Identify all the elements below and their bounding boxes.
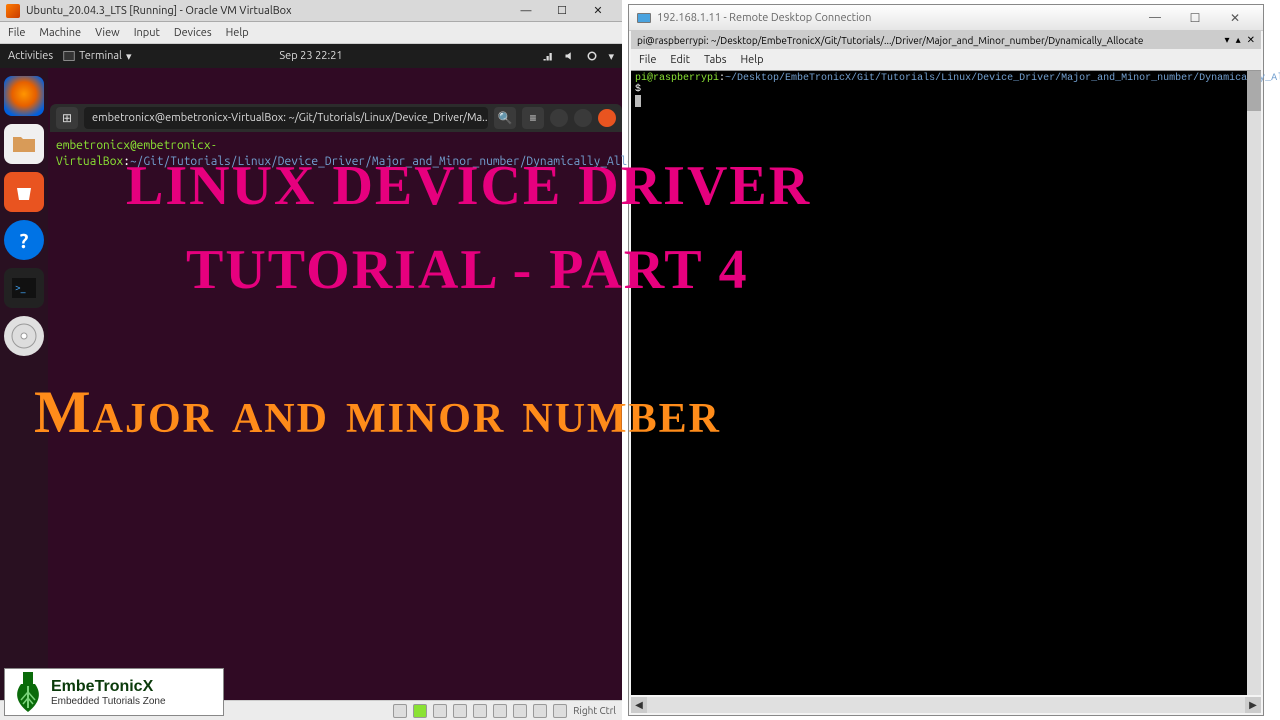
terminal-menu-button[interactable]: ≡ (522, 107, 544, 129)
host-key-label: Right Ctrl (573, 705, 616, 716)
statusbar-indicator[interactable] (413, 704, 427, 718)
rdp-titlebar[interactable]: 192.168.1.11 - Remote Desktop Connection… (629, 5, 1263, 31)
menu-view[interactable]: View (95, 27, 120, 39)
logo-title: EmbeTronicX (51, 678, 166, 696)
power-icon[interactable] (586, 50, 598, 62)
statusbar-indicator[interactable] (533, 704, 547, 718)
pi-minimize-button[interactable]: ▾ (1225, 34, 1230, 46)
topbar-datetime[interactable]: Sep 23 22:21 (279, 50, 342, 62)
firefox-icon[interactable] (4, 76, 44, 116)
pi-prompt-path: ~/Desktop/EmbeTronicX/Git/Tutorials/Linu… (725, 73, 1280, 84)
help-icon[interactable]: ? (4, 220, 44, 260)
close-button[interactable]: ✕ (580, 2, 616, 20)
terminal-maximize-button[interactable] (574, 109, 592, 127)
virtualbox-icon (6, 4, 20, 18)
terminal-minimize-button[interactable] (550, 109, 568, 127)
terminal-close-button[interactable] (598, 109, 616, 127)
terminal-window-header[interactable]: ⊞ embetronicx@embetronicx-VirtualBox: ~/… (50, 104, 622, 132)
pi-menu-help[interactable]: Help (741, 54, 764, 66)
disc-icon[interactable] (4, 316, 44, 356)
statusbar-indicator[interactable] (453, 704, 467, 718)
pi-close-button[interactable]: ✕ (1247, 34, 1255, 46)
pi-prompt-user: pi@raspberrypi (635, 73, 719, 84)
pi-maximize-button[interactable]: ▴ (1236, 34, 1241, 46)
ubuntu-guest-screen: Activities Terminal ▾ Sep 23 22:21 ▾ (0, 44, 622, 700)
terminal-icon[interactable]: >_ (4, 268, 44, 308)
menu-help[interactable]: Help (226, 27, 249, 39)
svg-text:>_: >_ (15, 282, 26, 293)
rdp-close-button[interactable]: ✕ (1215, 6, 1255, 30)
pi-prompt-symbol: $ (635, 84, 641, 95)
statusbar-indicator[interactable] (513, 704, 527, 718)
network-icon[interactable] (542, 50, 554, 62)
statusbar-indicator[interactable] (433, 704, 447, 718)
pi-terminal-body[interactable]: pi@raspberrypi:~/Desktop/EmbeTronicX/Git… (631, 71, 1261, 110)
rdp-minimize-button[interactable]: — (1135, 6, 1175, 30)
pi-window-titlebar[interactable]: pi@raspberrypi: ~/Desktop/EmbeTronicX/Gi… (631, 31, 1261, 49)
terminal-search-button[interactable]: 🔍 (494, 107, 516, 129)
overlay-title-line2: TUTORIAL - PART 4 (186, 238, 749, 302)
statusbar-indicator[interactable] (473, 704, 487, 718)
scroll-left-button[interactable]: ◀ (631, 697, 647, 713)
current-app-name: Terminal (79, 50, 122, 62)
pi-menu-file[interactable]: File (639, 54, 656, 66)
menu-devices[interactable]: Devices (174, 27, 212, 39)
statusbar-indicator[interactable] (553, 704, 567, 718)
virtualbox-menubar: File Machine View Input Devices Help (0, 22, 622, 44)
overlay-title-line3: Major and minor number (34, 378, 721, 447)
scrollbar-thumb[interactable] (1247, 71, 1261, 111)
volume-icon[interactable] (564, 50, 576, 62)
virtualbox-title-text: Ubuntu_20.04.3_LTS [Running] - Oracle VM… (26, 5, 292, 17)
pi-window-title: pi@raspberrypi: ~/Desktop/EmbeTronicX/Gi… (637, 35, 1143, 46)
statusbar-indicator[interactable] (493, 704, 507, 718)
chevron-down-icon[interactable]: ▾ (608, 50, 614, 63)
minimize-button[interactable]: — (508, 2, 544, 20)
menu-machine[interactable]: Machine (39, 27, 81, 39)
rdp-title-text: 192.168.1.11 - Remote Desktop Connection (657, 12, 871, 24)
chevron-down-icon: ▾ (126, 50, 132, 63)
embetronicx-logo: EmbeTronicX Embedded Tutorials Zone (4, 668, 224, 716)
ubuntu-topbar: Activities Terminal ▾ Sep 23 22:21 ▾ (0, 44, 622, 68)
statusbar-indicator[interactable] (393, 704, 407, 718)
rdp-maximize-button[interactable]: ☐ (1175, 6, 1215, 30)
scroll-right-button[interactable]: ▶ (1245, 697, 1261, 713)
virtualbox-titlebar[interactable]: Ubuntu_20.04.3_LTS [Running] - Oracle VM… (0, 0, 622, 22)
activities-button[interactable]: Activities (8, 50, 53, 62)
maximize-button[interactable]: ☐ (544, 2, 580, 20)
menu-file[interactable]: File (8, 27, 25, 39)
pi-menu-tabs[interactable]: Tabs (704, 54, 727, 66)
software-store-icon[interactable] (4, 172, 44, 212)
overlay-title-line1: LINUX DEVICE DRIVER (126, 154, 811, 218)
logo-icon (13, 672, 43, 712)
pi-terminal-menubar: File Edit Tabs Help (631, 49, 1261, 71)
virtualbox-window: Ubuntu_20.04.3_LTS [Running] - Oracle VM… (0, 0, 622, 720)
pi-cursor (635, 95, 641, 107)
terminal-tab-title[interactable]: embetronicx@embetronicx-VirtualBox: ~/Gi… (84, 107, 488, 129)
files-icon[interactable] (4, 124, 44, 164)
pi-vertical-scrollbar[interactable] (1247, 71, 1261, 695)
rdp-icon (637, 13, 651, 23)
rdp-horizontal-scrollbar[interactable]: ◀ ▶ (631, 697, 1261, 713)
pi-menu-edit[interactable]: Edit (670, 54, 690, 66)
rdp-window: 192.168.1.11 - Remote Desktop Connection… (628, 4, 1264, 716)
current-app-menu[interactable]: Terminal ▾ (63, 50, 131, 63)
pi-remote-screen: pi@raspberrypi: ~/Desktop/EmbeTronicX/Gi… (631, 31, 1261, 695)
logo-subtitle: Embedded Tutorials Zone (51, 696, 166, 707)
terminal-new-tab-button[interactable]: ⊞ (56, 107, 78, 129)
menu-input[interactable]: Input (134, 27, 160, 39)
